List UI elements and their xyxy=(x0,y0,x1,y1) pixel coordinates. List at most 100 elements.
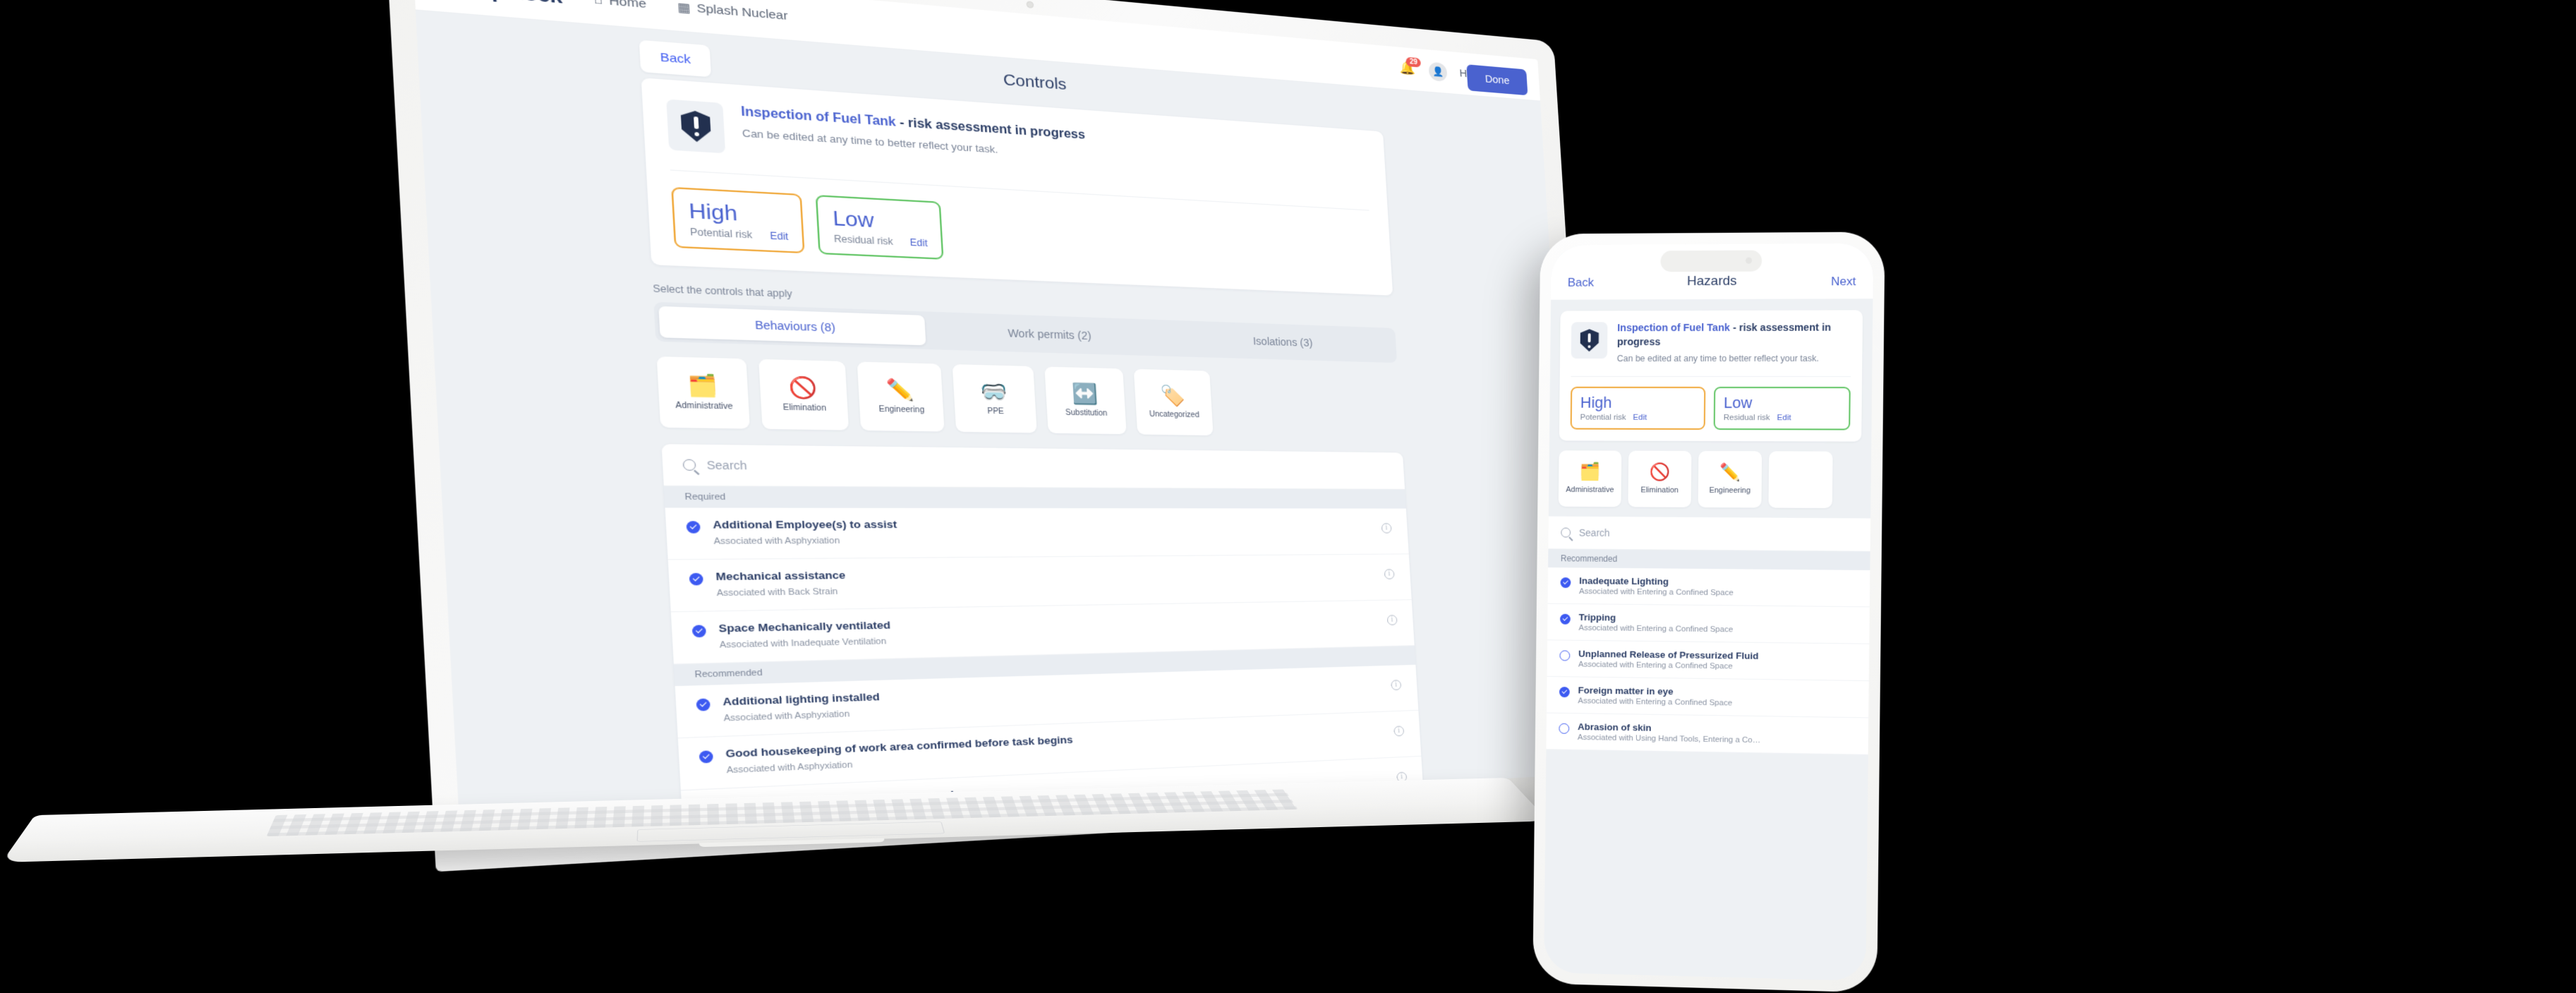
shield-alert-icon xyxy=(680,110,711,143)
checkbox-unchecked-icon[interactable] xyxy=(1559,650,1571,661)
list-item-subtitle: Associated with Asphyxiation xyxy=(726,759,853,776)
mobile-search-bar[interactable]: Search xyxy=(1548,516,1871,552)
list-item[interactable]: Foreign matter in eye Associated with En… xyxy=(1546,677,1869,718)
checkbox-checked-icon[interactable] xyxy=(1559,687,1570,698)
info-icon[interactable]: i xyxy=(1386,614,1398,625)
phone-screen: Back Hazards Next Inspection of Fuel Tan… xyxy=(1544,243,1874,982)
info-icon[interactable]: i xyxy=(1384,568,1395,579)
category-administrative[interactable]: 🗂️ Administrative xyxy=(656,356,750,429)
residual-risk-label: Residual risk xyxy=(833,233,894,247)
phone-dynamic-island xyxy=(1660,250,1762,272)
mobile-category-administrative[interactable]: 🗂️ Administrative xyxy=(1558,450,1622,507)
mobile-residual-risk-value: Low xyxy=(1723,394,1753,412)
list-item-title: Mechanical assistance xyxy=(715,568,846,583)
done-button[interactable]: Done xyxy=(1466,64,1528,96)
mobile-category-engineering[interactable]: ✏️ Engineering xyxy=(1698,451,1762,508)
mobile-hazards-list: Search Recommended Inadequate Lighting A… xyxy=(1546,516,1871,756)
mobile-category-engineering-label: Engineering xyxy=(1709,486,1751,495)
tab-behaviours[interactable]: Behaviours (8) xyxy=(658,306,926,345)
notifications-button[interactable]: 🔔 29 xyxy=(1399,56,1422,78)
mockup-stage: Opslock ⌂ Home ▦ Splash Nuclear 🔔 29 xyxy=(0,0,2576,993)
laptop-mockup: Opslock ⌂ Home ▦ Splash Nuclear 🔔 29 xyxy=(1,0,1651,988)
brand-name: Opslock xyxy=(473,0,562,8)
list-item-subtitle: Associated with Asphyxiation xyxy=(713,536,840,546)
residual-risk-card[interactable]: Low Residual risk Edit xyxy=(816,195,944,260)
potential-risk-card[interactable]: High Potential risk Edit xyxy=(671,186,806,253)
list-item-subtitle: Associated with Entering a Confined Spac… xyxy=(1578,660,1733,671)
checkbox-checked-icon[interactable] xyxy=(699,750,714,764)
potential-risk-edit-link[interactable]: Edit xyxy=(770,230,789,242)
mobile-page-title: Hazards xyxy=(1686,273,1737,289)
folder-icon: 🗂️ xyxy=(1579,462,1601,481)
info-icon[interactable]: i xyxy=(1381,522,1392,534)
breadcrumb-splash-nuclear[interactable]: ▦ Splash Nuclear xyxy=(677,0,788,23)
checkbox-checked-icon[interactable] xyxy=(1560,577,1571,589)
search-bar[interactable]: Search xyxy=(661,443,1405,490)
alert-shield-badge xyxy=(666,99,726,154)
potential-risk-label: Potential risk xyxy=(689,226,753,241)
mobile-search-input[interactable]: Search xyxy=(1579,527,1610,538)
category-substitution[interactable]: ↔️ Substitution xyxy=(1044,366,1127,434)
mobile-potential-risk-card[interactable]: High Potential risk Edit xyxy=(1570,386,1706,431)
mobile-residual-risk-card[interactable]: Low Residual risk Edit xyxy=(1713,386,1851,431)
list-item-title: Tripping xyxy=(1578,612,1616,623)
opslock-logo[interactable]: Opslock xyxy=(440,0,563,8)
mobile-potential-risk-edit-link[interactable]: Edit xyxy=(1633,414,1647,422)
mobile-category-administrative-label: Administrative xyxy=(1566,485,1614,494)
back-button[interactable]: Back xyxy=(639,40,712,78)
tab-work-permits[interactable]: Work permits (2) xyxy=(924,315,1169,352)
assessment-title-highlight: Inspection of Fuel Tank xyxy=(740,104,897,130)
checkbox-unchecked-icon[interactable] xyxy=(1559,723,1570,735)
nav-item-home[interactable]: ⌂ Home xyxy=(593,0,646,11)
category-ppe[interactable]: 🥽 PPE xyxy=(952,363,1037,433)
list-item-title: Foreign matter in eye xyxy=(1578,685,1674,697)
laptop-camera-icon xyxy=(1026,1,1034,8)
mobile-residual-risk-label: Residual risk xyxy=(1723,414,1770,423)
list-item-subtitle: Associated with Entering a Confined Spac… xyxy=(1578,697,1733,708)
list-item-title: Good housekeeping of work area confirmed… xyxy=(725,733,1074,760)
list-item-subtitle: Associated with Using Hand Tools, Enteri… xyxy=(1577,733,1761,745)
checkbox-checked-icon[interactable] xyxy=(689,572,703,586)
breadcrumb-label: Splash Nuclear xyxy=(696,1,788,23)
category-engineering-label: Engineering xyxy=(878,404,925,415)
checkbox-checked-icon[interactable] xyxy=(696,698,710,711)
checkbox-checked-icon[interactable] xyxy=(1559,613,1571,625)
phone-mockup: Back Hazards Next Inspection of Fuel Tan… xyxy=(1532,231,1885,993)
controls-list-card: Search Required Additional Employee(s) t… xyxy=(661,443,1427,833)
mobile-back-button[interactable]: Back xyxy=(1568,276,1594,290)
pencil-icon: ✏️ xyxy=(1719,462,1741,482)
category-engineering[interactable]: ✏️ Engineering xyxy=(857,361,945,432)
mobile-residual-risk-edit-link[interactable]: Edit xyxy=(1777,414,1791,422)
list-item-subtitle: Associated with Back Strain xyxy=(716,586,838,598)
mobile-category-elimination[interactable]: 🚫 Elimination xyxy=(1628,450,1692,508)
mobile-next-button[interactable]: Next xyxy=(1831,275,1856,289)
list-item[interactable]: Unplanned Release of Pressurized Fluid A… xyxy=(1547,640,1870,682)
info-icon[interactable]: i xyxy=(1391,679,1402,690)
category-elimination[interactable]: 🚫 Elimination xyxy=(758,359,849,431)
potential-risk-value: High xyxy=(688,198,739,226)
residual-risk-value: Low xyxy=(832,205,875,232)
pencil-icon: ✏️ xyxy=(885,377,915,402)
mobile-potential-risk-label: Potential risk xyxy=(1580,413,1626,422)
mobile-assessment-title-highlight: Inspection of Fuel Tank xyxy=(1617,322,1731,335)
checkbox-checked-icon[interactable] xyxy=(691,624,707,637)
category-administrative-label: Administrative xyxy=(675,401,734,411)
list-item[interactable]: Inadequate Lighting Associated with Ente… xyxy=(1547,567,1870,608)
tab-isolations[interactable]: Isolations (3) xyxy=(1168,323,1393,359)
list-item[interactable]: Additional Employee(s) to assist Associa… xyxy=(665,507,1409,560)
mobile-category-elimination-label: Elimination xyxy=(1640,486,1679,495)
info-icon[interactable]: i xyxy=(1393,725,1405,737)
category-ppe-label: PPE xyxy=(987,407,1005,416)
building-icon: ▦ xyxy=(677,0,691,16)
search-input[interactable]: Search xyxy=(706,458,747,471)
search-icon xyxy=(1561,527,1571,538)
avatar[interactable]: 👤 xyxy=(1428,61,1448,82)
list-item-subtitle: Associated with Inadequate Ventilation xyxy=(719,636,887,650)
residual-risk-edit-link[interactable]: Edit xyxy=(909,236,928,248)
mobile-category-next-partial[interactable] xyxy=(1768,451,1833,509)
list-item[interactable]: Tripping Associated with Entering a Conf… xyxy=(1547,603,1870,644)
list-item[interactable]: Abrasion of skin Associated with Using H… xyxy=(1546,713,1869,756)
category-uncategorized[interactable]: 🏷️ Uncategorized xyxy=(1133,368,1214,435)
checkbox-checked-icon[interactable] xyxy=(686,520,701,534)
tag-icon: 🏷️ xyxy=(1160,383,1187,407)
